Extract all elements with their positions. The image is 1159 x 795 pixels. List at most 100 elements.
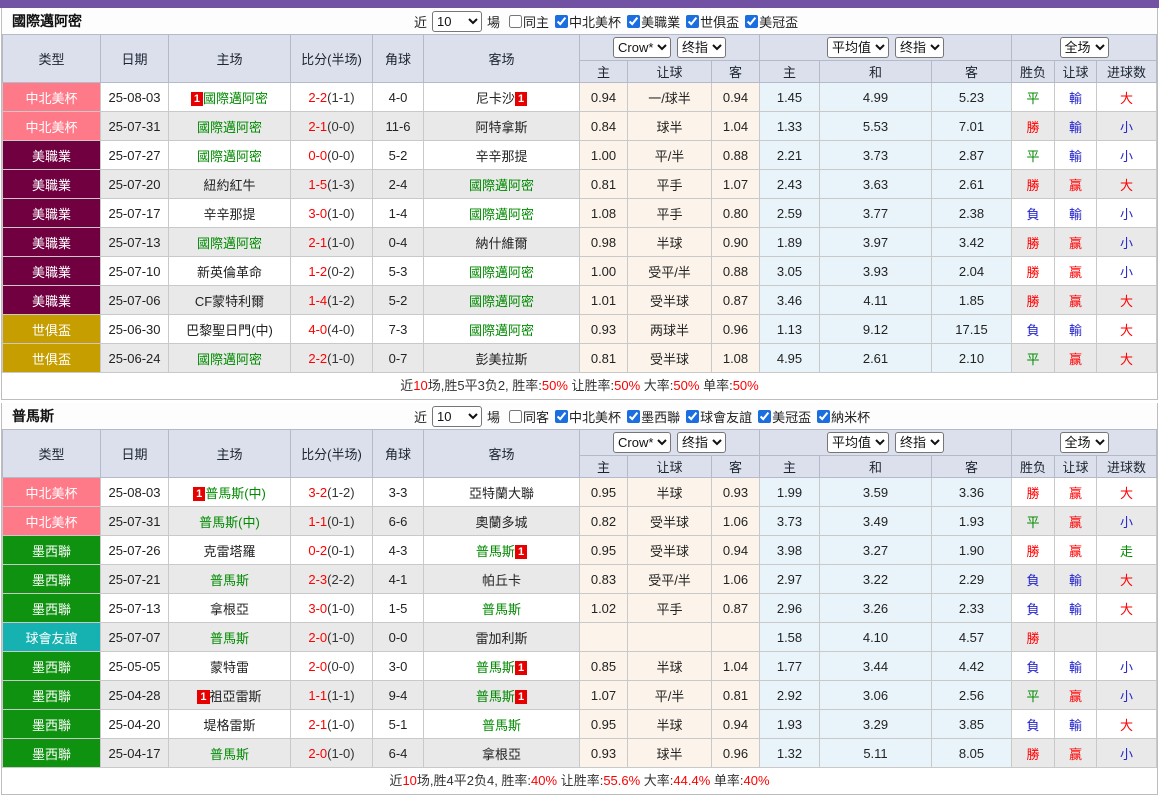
cell-corners: 11-6 xyxy=(373,112,424,141)
sub-col-header: 和 xyxy=(820,61,932,83)
filter-checkbox-中北美杯[interactable]: 中北美杯 xyxy=(550,407,621,426)
checkbox-input[interactable] xyxy=(555,410,568,423)
cell-odds-home: 0.81 xyxy=(580,344,628,373)
section-header: 國際邁阿密 近 10 場 同主中北美杯美職業世俱盃美冠盃 xyxy=(2,8,1157,34)
score-halftime: (0-2) xyxy=(327,264,354,279)
cell-score: 3-0(1-0) xyxy=(291,199,373,228)
cell-odds-home: 0.84 xyxy=(580,112,628,141)
sub-col-header: 主 xyxy=(580,456,628,478)
cell-corners: 4-3 xyxy=(373,536,424,565)
checkbox-input[interactable] xyxy=(686,15,699,28)
scope-select[interactable]: 全场 xyxy=(1060,37,1109,58)
cell-corners: 1-5 xyxy=(373,594,424,623)
cell-date: 25-04-17 xyxy=(101,739,169,768)
scope-select[interactable]: 全场 xyxy=(1060,432,1109,453)
cell-result-handicap: 輸 xyxy=(1055,112,1097,141)
cell-odds-handicap: 半球 xyxy=(628,710,712,739)
cell-odds-handicap: 受平/半 xyxy=(628,257,712,286)
filter-checkbox-同主[interactable]: 同主 xyxy=(501,12,549,31)
odds-group-header: Crow* 终指 xyxy=(580,430,760,456)
cell-result-goals: 小 xyxy=(1097,652,1157,681)
team-name-text: 辛辛那提 xyxy=(475,149,527,164)
summary-segment: 50% xyxy=(614,378,640,393)
cell-date: 25-07-06 xyxy=(101,286,169,315)
odds-provider-select[interactable]: Crow* xyxy=(613,37,671,58)
cell-home-team: 蒙特雷 xyxy=(169,652,291,681)
cell-score: 2-3(2-2) xyxy=(291,565,373,594)
cell-odds-home: 0.93 xyxy=(580,315,628,344)
cell-avg-home: 1.45 xyxy=(760,83,820,112)
odds-index-select[interactable]: 终指 xyxy=(677,37,726,58)
cell-odds-handicap: 球半 xyxy=(628,112,712,141)
checkbox-input[interactable] xyxy=(509,15,522,28)
col-header: 主场 xyxy=(169,430,291,478)
checkbox-input[interactable] xyxy=(509,410,522,423)
cell-odds-away: 0.94 xyxy=(712,710,760,739)
sub-col-header: 主 xyxy=(580,61,628,83)
filter-checkbox-納米杯[interactable]: 納米杯 xyxy=(812,407,870,426)
cell-away-team: 普馬斯1 xyxy=(424,536,580,565)
section-pumas-matches: 普馬斯 近 10 場 同客中北美杯墨西聯球會友誼美冠盃納米杯 类型日期主场比分(… xyxy=(1,403,1158,795)
team-name-text: 彭美拉斯 xyxy=(475,352,527,367)
score-halftime: (4-0) xyxy=(327,322,354,337)
cell-avg-home: 2.59 xyxy=(760,199,820,228)
cell-type: 墨西聯 xyxy=(3,594,101,623)
checkbox-input[interactable] xyxy=(817,410,830,423)
cell-result-goals: 大 xyxy=(1097,478,1157,507)
cell-odds-away: 0.88 xyxy=(712,141,760,170)
summary-segment: 40% xyxy=(531,773,557,788)
checkbox-input[interactable] xyxy=(758,410,771,423)
checkbox-input[interactable] xyxy=(627,15,640,28)
team-name-text: 祖亞雷斯 xyxy=(210,689,262,704)
col-header: 客场 xyxy=(424,430,580,478)
odds-provider-select[interactable]: Crow* xyxy=(613,432,671,453)
near-label: 近 xyxy=(414,407,427,426)
sub-col-header: 胜负 xyxy=(1012,456,1055,478)
filter-checkbox-美職業[interactable]: 美職業 xyxy=(622,12,680,31)
score-halftime: (0-1) xyxy=(327,543,354,558)
cell-result-outcome: 平 xyxy=(1012,344,1055,373)
score-fulltime: 2-1 xyxy=(308,235,327,250)
cell-avg-home: 3.05 xyxy=(760,257,820,286)
avg-index-select[interactable]: 终指 xyxy=(895,432,944,453)
filter-checkbox-同客[interactable]: 同客 xyxy=(501,407,549,426)
cell-odds-home: 0.98 xyxy=(580,228,628,257)
cell-result-handicap: 赢 xyxy=(1055,739,1097,768)
summary-segment: 55.6% xyxy=(603,773,640,788)
avg-value-select[interactable]: 平均值 xyxy=(827,432,889,453)
cell-away-team: 阿特拿斯 xyxy=(424,112,580,141)
cell-result-handicap: 輸 xyxy=(1055,83,1097,112)
cell-result-outcome: 平 xyxy=(1012,83,1055,112)
match-row: 美職業25-07-10新英倫革命1-2(0-2)5-3國際邁阿密1.00受平/半… xyxy=(3,257,1157,286)
cell-away-team: 普馬斯1 xyxy=(424,681,580,710)
cell-odds-handicap: 平手 xyxy=(628,170,712,199)
team-name-text: 普馬斯 xyxy=(476,544,515,559)
filter-checkbox-世俱盃[interactable]: 世俱盃 xyxy=(681,12,739,31)
recent-count-select[interactable]: 10 xyxy=(432,11,482,32)
cell-result-outcome: 勝 xyxy=(1012,286,1055,315)
cell-result-outcome: 勝 xyxy=(1012,478,1055,507)
checkbox-label: 墨西聯 xyxy=(641,407,680,426)
filter-checkbox-中北美杯[interactable]: 中北美杯 xyxy=(550,12,621,31)
col-header: 日期 xyxy=(101,430,169,478)
recent-count-select[interactable]: 10 xyxy=(432,406,482,427)
avg-index-select[interactable]: 终指 xyxy=(895,37,944,58)
team-name-text: 拿根亞 xyxy=(210,602,249,617)
checkbox-input[interactable] xyxy=(745,15,758,28)
odds-index-select[interactable]: 终指 xyxy=(677,432,726,453)
checkbox-input[interactable] xyxy=(686,410,699,423)
checkbox-input[interactable] xyxy=(627,410,640,423)
cell-avg-home: 2.97 xyxy=(760,565,820,594)
score-halftime: (1-2) xyxy=(327,293,354,308)
filter-checkbox-美冠盃[interactable]: 美冠盃 xyxy=(740,12,798,31)
filter-checkbox-墨西聯[interactable]: 墨西聯 xyxy=(622,407,680,426)
team-name-text: 雷加利斯 xyxy=(475,631,527,646)
filter-checkbox-球會友誼[interactable]: 球會友誼 xyxy=(681,407,752,426)
cell-home-team: 1國際邁阿密 xyxy=(169,83,291,112)
checkbox-input[interactable] xyxy=(555,15,568,28)
avg-value-select[interactable]: 平均值 xyxy=(827,37,889,58)
filter-checkbox-美冠盃[interactable]: 美冠盃 xyxy=(753,407,811,426)
cell-odds-handicap: 半球 xyxy=(628,228,712,257)
match-row: 美職業25-07-20紐約紅牛1-5(1-3)2-4國際邁阿密0.81平手1.0… xyxy=(3,170,1157,199)
cell-type: 世俱盃 xyxy=(3,344,101,373)
